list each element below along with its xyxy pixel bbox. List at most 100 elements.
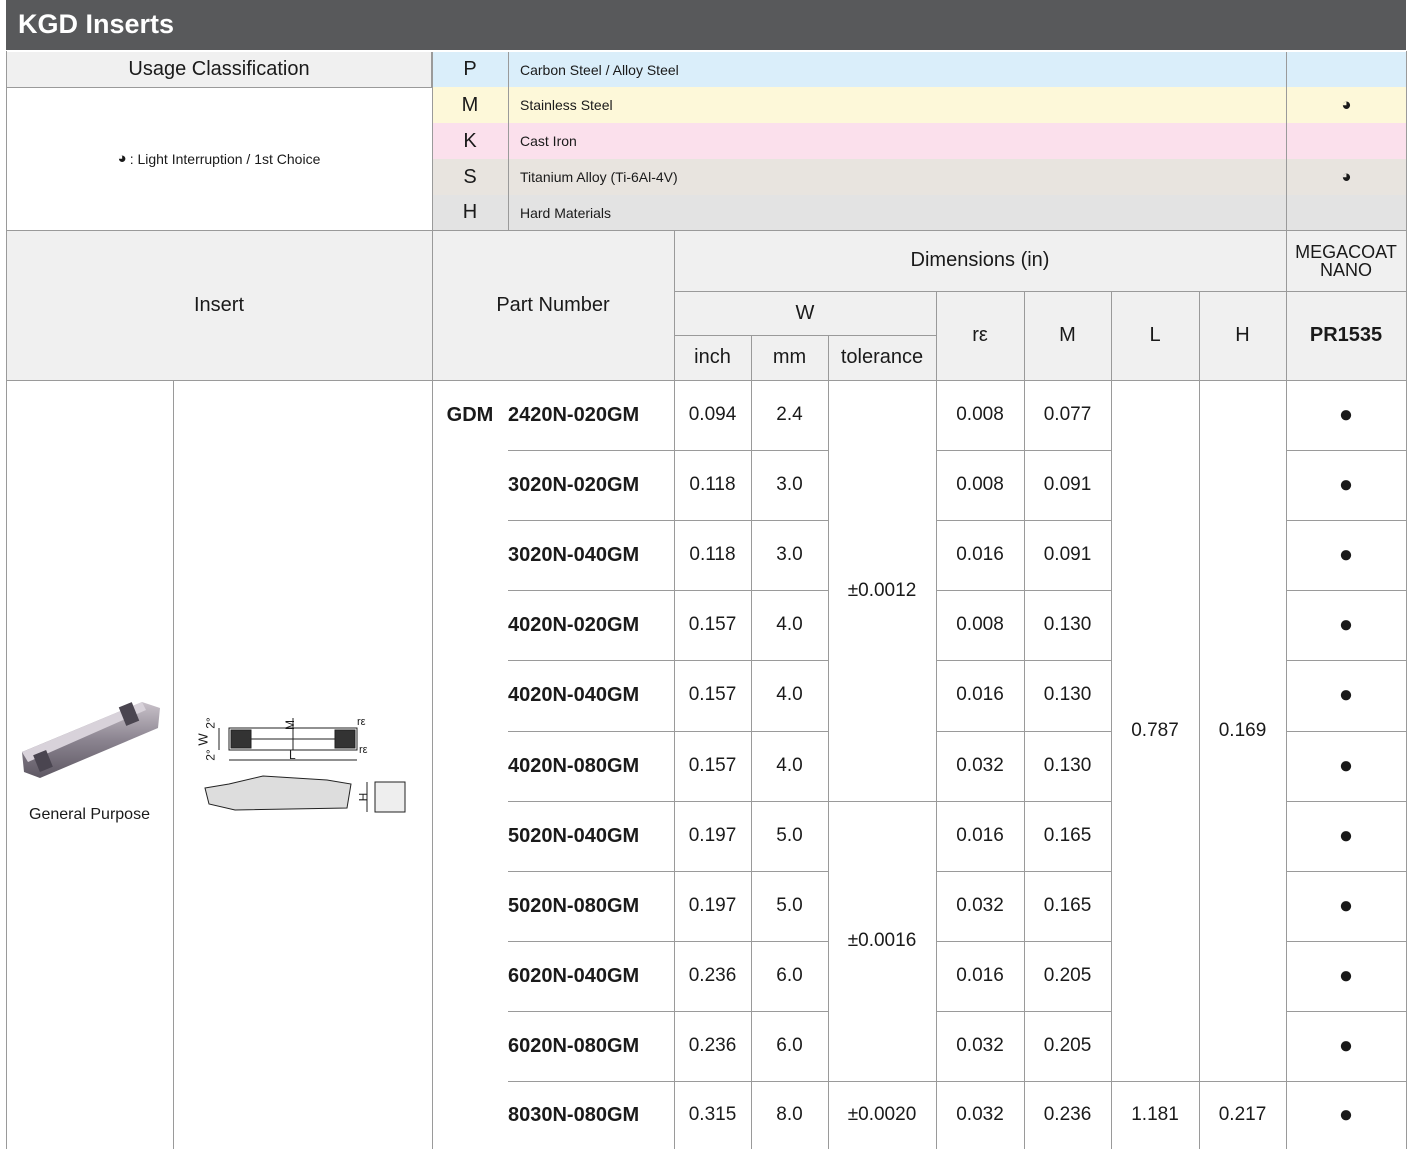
availability-dot-icon: ● <box>1338 541 1354 568</box>
corner-radius: 0.008 <box>956 614 1004 635</box>
dimension-m: 0.165 <box>1043 825 1092 846</box>
corner-radius: 0.008 <box>956 474 1004 495</box>
dimension-m: 0.165 <box>1043 895 1092 916</box>
w-mm: 5.0 <box>776 825 803 846</box>
dimension-m: 0.130 <box>1043 755 1092 776</box>
usage-code: K <box>463 129 477 152</box>
diagram-label-m: M <box>283 720 297 730</box>
tolerance-group-3: ±0.0020 <box>847 1104 917 1125</box>
light-interruption-icon: ◕ <box>1341 167 1352 186</box>
light-interruption-icon: ◕ <box>117 150 127 167</box>
insert-photo <box>14 690 164 785</box>
corner-radius: 0.016 <box>956 825 1004 846</box>
w-mm: 4.0 <box>776 755 803 776</box>
w-mm: 4.0 <box>776 684 803 705</box>
corner-radius: 0.032 <box>956 1104 1004 1125</box>
dimension-m: 0.091 <box>1043 474 1092 495</box>
tolerance-group-2: ±0.0016 <box>847 930 917 951</box>
w-mm: 5.0 <box>776 895 803 916</box>
diagram-label-angle-top: 2° <box>203 717 218 729</box>
corner-radius: 0.032 <box>956 1035 1004 1056</box>
usage-code: H <box>462 201 478 223</box>
part-number: 8030N-080GM <box>508 1103 640 1126</box>
availability-dot-icon: ● <box>1338 822 1354 849</box>
w-mm: 6.0 <box>776 965 803 986</box>
dimension-m: 0.205 <box>1043 1035 1092 1056</box>
availability-dot-icon: ● <box>1338 1101 1354 1128</box>
availability-dot-icon: ● <box>1338 681 1354 708</box>
h-group-1: 0.169 <box>1218 719 1267 741</box>
corner-radius: 0.016 <box>956 544 1004 565</box>
dimension-m: 0.236 <box>1043 1104 1092 1125</box>
header-w: W <box>795 301 815 324</box>
corner-radius: 0.008 <box>956 404 1004 425</box>
availability-dot-icon: ● <box>1338 892 1354 919</box>
w-mm: 4.0 <box>776 614 803 635</box>
part-number: 2420N-020GM <box>508 403 640 426</box>
header-m: M <box>1059 324 1076 346</box>
usage-legend-text: : Light Interruption / 1st Choice <box>129 150 321 167</box>
availability-dot-icon: ● <box>1338 611 1354 638</box>
usage-material: Carbon Steel / Alloy Steel <box>520 61 679 78</box>
usage-classification-label: Usage Classification <box>128 58 310 80</box>
w-inch: 0.157 <box>688 684 737 705</box>
h-group-2: 0.217 <box>1218 1104 1267 1125</box>
part-number: 5020N-080GM <box>508 894 640 917</box>
page-title: KGD Inserts <box>18 9 175 39</box>
header-l: L <box>1149 324 1161 346</box>
w-inch: 0.197 <box>688 895 737 916</box>
header-grade: PR1535 <box>1309 324 1383 346</box>
diagram-label-w: W <box>195 733 211 746</box>
availability-dot-icon: ● <box>1338 962 1354 989</box>
l-group-2: 1.181 <box>1131 1104 1179 1125</box>
tolerance-group-1: ±0.0012 <box>847 579 917 601</box>
part-number: 3020N-040GM <box>508 543 640 566</box>
l-group-1: 0.787 <box>1131 719 1179 741</box>
w-inch: 0.236 <box>688 1035 737 1056</box>
diagram-label-h: H <box>356 792 371 802</box>
usage-code: P <box>463 58 477 80</box>
insert-dimension-diagram: 2° W 2° M rε rε L H <box>195 710 425 822</box>
header-insert: Insert <box>193 293 245 316</box>
availability-dot-icon: ● <box>1338 752 1354 779</box>
diagram-label-re-bottom: rε <box>359 744 368 756</box>
light-interruption-icon <box>1287 52 1406 87</box>
header-part-number: Part Number <box>496 293 610 316</box>
w-mm: 2.4 <box>776 404 803 425</box>
header-dimensions: Dimensions (in) <box>910 249 1050 271</box>
part-number: 4020N-040GM <box>508 683 640 706</box>
w-mm: 3.0 <box>776 544 803 565</box>
w-inch: 0.236 <box>688 965 737 986</box>
w-inch: 0.118 <box>689 474 736 495</box>
usage-material: Stainless Steel <box>520 97 613 113</box>
part-number: 5020N-040GM <box>508 824 640 847</box>
part-number: 6020N-080GM <box>508 1034 640 1057</box>
part-prefix: GDM <box>446 403 494 426</box>
header-re: rε <box>972 324 988 346</box>
corner-radius: 0.016 <box>956 965 1004 986</box>
dimension-m: 0.091 <box>1043 544 1092 565</box>
dimension-m: 0.130 <box>1043 684 1092 705</box>
header-h: H <box>1235 324 1250 346</box>
light-interruption-icon <box>1287 123 1406 159</box>
availability-dot-icon: ● <box>1338 471 1354 498</box>
usage-material: Cast Iron <box>520 133 577 149</box>
diagram-label-re-top: rε <box>357 716 366 728</box>
part-number: 6020N-040GM <box>508 964 640 987</box>
w-inch: 0.118 <box>689 544 736 565</box>
w-inch: 0.094 <box>688 404 737 425</box>
part-number: 4020N-020GM <box>508 613 640 636</box>
usage-material: Hard Materials <box>520 204 612 221</box>
availability-dot-icon: ● <box>1338 1032 1354 1059</box>
dimension-m: 0.205 <box>1043 965 1092 986</box>
usage-material: Titanium Alloy (Ti-6Al-4V) <box>520 169 678 185</box>
usage-code: M <box>461 93 479 116</box>
availability-dot-icon: ● <box>1338 401 1354 428</box>
light-interruption-icon: ◕ <box>1341 95 1352 114</box>
light-interruption-icon <box>1287 195 1406 230</box>
dimension-m: 0.130 <box>1043 614 1092 635</box>
header-tolerance: tolerance <box>840 346 924 368</box>
header-inch: inch <box>694 346 731 368</box>
w-inch: 0.157 <box>688 614 737 635</box>
insert-caption: General Purpose <box>29 806 150 823</box>
